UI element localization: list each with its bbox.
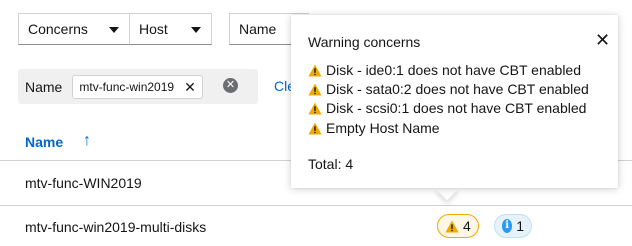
chip-group-category: Name — [25, 78, 63, 95]
clear-chip-group-icon[interactable]: ✕ — [223, 78, 238, 93]
warning-count: 4 — [463, 218, 471, 234]
name-search-label: Name — [239, 21, 277, 37]
concerns-filter-select[interactable]: Concerns — [18, 13, 130, 45]
caret-down-icon — [109, 27, 119, 33]
concern-text: Disk - sata0:2 does not have CBT enabled — [326, 81, 589, 97]
warning-triangle-icon — [445, 220, 459, 232]
caret-down-icon — [191, 27, 201, 33]
warning-triangle-icon — [308, 122, 322, 134]
concern-item: Empty Host Name — [308, 120, 440, 136]
info-count: 1 — [516, 218, 524, 234]
remove-chip-icon[interactable]: ✕ — [184, 80, 196, 94]
concerns-total: Total: 4 — [308, 156, 354, 172]
filter-chip-text: mtv-func-win2019 — [79, 79, 175, 94]
concern-text: Disk - ide0:1 does not have CBT enabled — [326, 62, 582, 78]
close-icon[interactable]: ✕ — [595, 30, 610, 51]
sort-ascending-icon[interactable]: ↑ — [83, 132, 91, 150]
row-name-cell[interactable]: mtv-func-WIN2019 — [25, 175, 142, 191]
warning-triangle-icon — [308, 102, 322, 114]
column-header-name[interactable]: Name — [25, 134, 63, 150]
concerns-filter-label: Concerns — [28, 21, 88, 37]
concern-item: Disk - scsi0:1 does not have CBT enabled — [308, 100, 586, 116]
warning-triangle-icon — [308, 83, 322, 95]
row-divider — [0, 205, 632, 206]
filter-chip-group: Name mtv-func-win2019 ✕ — [18, 69, 258, 104]
warning-concerns-popover: Warning concerns ✕ Disk - ide0:1 does no… — [291, 15, 618, 188]
info-concerns-badge[interactable]: i 1 — [494, 214, 532, 238]
warning-triangle-icon — [308, 64, 322, 76]
concern-text: Disk - scsi0:1 does not have CBT enabled — [326, 100, 587, 116]
filter-chip: mtv-func-win2019 ✕ — [72, 74, 203, 99]
info-circle-icon: i — [502, 219, 513, 233]
popover-title: Warning concerns — [308, 34, 421, 50]
warning-concerns-badge[interactable]: 4 — [437, 214, 479, 238]
host-filter-label: Host — [139, 21, 168, 37]
concern-item: Disk - ide0:1 does not have CBT enabled — [308, 62, 581, 78]
concern-item: Disk - sata0:2 does not have CBT enabled — [308, 81, 589, 97]
concern-text: Empty Host Name — [326, 120, 440, 136]
host-filter-select[interactable]: Host — [129, 13, 212, 45]
row-name-cell[interactable]: mtv-func-win2019-multi-disks — [25, 219, 206, 235]
